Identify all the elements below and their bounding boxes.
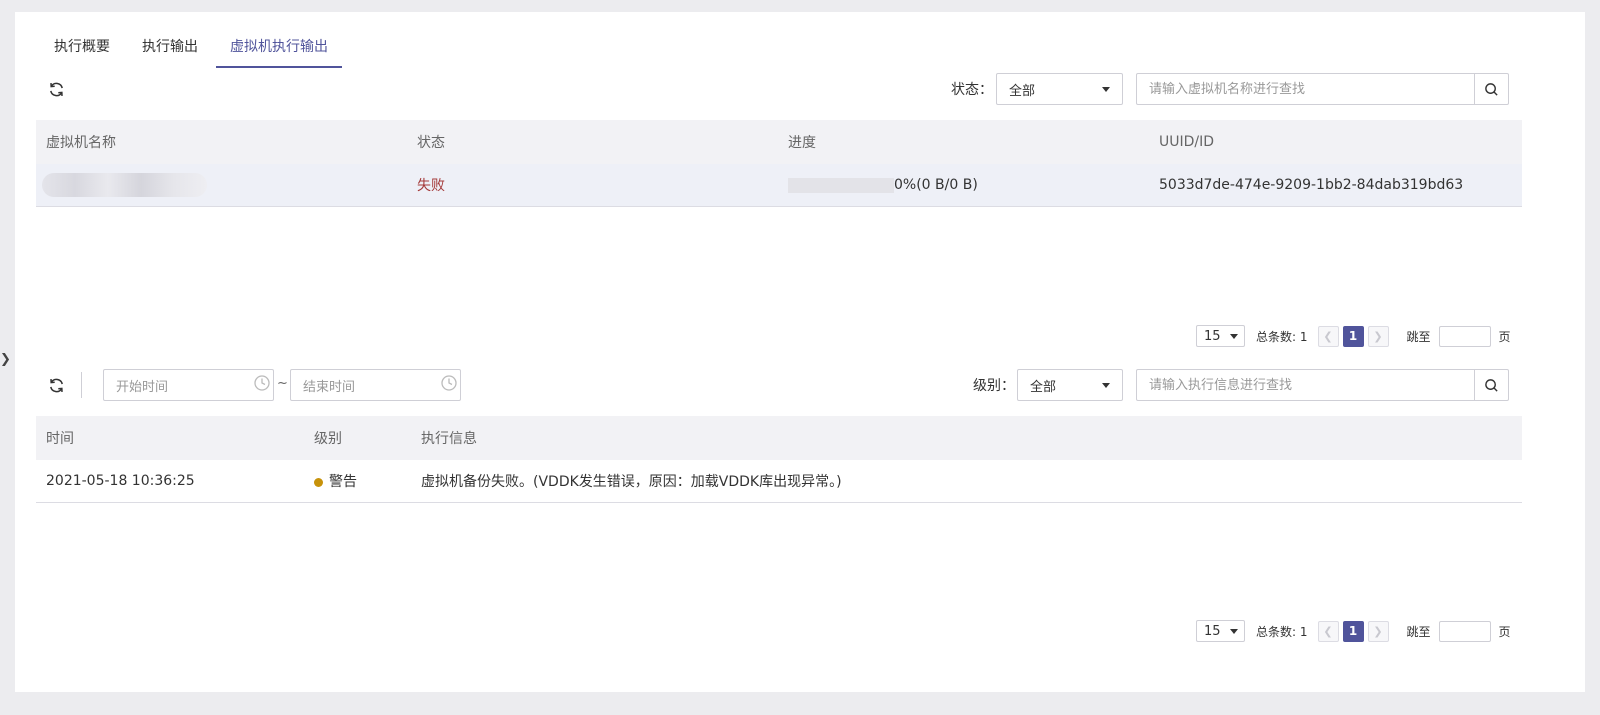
warning-dot-icon	[314, 477, 323, 487]
column-header-vm-name: 虚拟机名称	[46, 135, 116, 151]
toolbar-divider	[81, 372, 82, 398]
log-message-cell: 虚拟机备份失败。(VDDK发生错误，原因：加载VDDK库出现异常。)	[421, 474, 842, 490]
search-icon[interactable]	[1474, 74, 1508, 104]
status-filter-value: 全部	[1009, 83, 1036, 99]
chevron-right-icon[interactable]: ❯	[1367, 325, 1389, 347]
page-size-value: 15	[1204, 623, 1221, 639]
vm-search-input[interactable]	[1137, 74, 1474, 104]
level-filter-select[interactable]: 全部	[1017, 369, 1123, 401]
vm-name-cell	[36, 173, 407, 197]
page-size-value: 15	[1204, 328, 1221, 344]
column-header-progress: 进度	[788, 135, 816, 151]
vm-table: 虚拟机名称 状态 进度 UUID/ID 失败 0%(0 B/0 B) 5033d…	[36, 120, 1522, 207]
page-number-button[interactable]: 1	[1342, 620, 1364, 642]
column-header-level: 级别	[314, 431, 342, 447]
status-badge: 失败	[417, 178, 445, 194]
chevron-down-icon	[1230, 628, 1238, 634]
column-header-status: 状态	[417, 135, 445, 151]
log-table-header: 时间 级别 执行信息	[36, 416, 1522, 460]
table-row[interactable]: 失败 0%(0 B/0 B) 5033d7de-474e-9209-1bb2-8…	[36, 164, 1522, 207]
vm-search-box	[1136, 73, 1509, 105]
tab-bar: 执行概要 执行输出 虚拟机执行输出	[40, 26, 342, 68]
jump-page-input[interactable]	[1438, 325, 1491, 347]
page-suffix: 页	[1498, 624, 1511, 639]
start-time-input[interactable]: 开始时间	[103, 369, 274, 401]
chevron-right-icon[interactable]: ❯	[1367, 620, 1389, 642]
search-icon[interactable]	[1474, 370, 1508, 400]
log-pagination: 15 总条数: 1 ❮ 1 ❯ 跳至 页	[1196, 620, 1511, 642]
date-range-separator: ~	[277, 376, 288, 391]
uuid-cell: 5033d7de-474e-9209-1bb2-84dab319bd63	[1159, 177, 1464, 193]
main-panel: 执行概要 执行输出 虚拟机执行输出 状态： 全部 虚拟机名称 状态 进度 UUI…	[15, 12, 1585, 692]
column-header-time: 时间	[46, 431, 74, 447]
page-size-select[interactable]: 15	[1196, 620, 1245, 642]
vm-name-redacted	[42, 173, 207, 197]
refresh-icon[interactable]	[45, 78, 67, 100]
progress-text: 0%(0 B/0 B)	[894, 177, 978, 193]
status-filter-label: 状态：	[951, 82, 993, 98]
tab-vm-execution-output[interactable]: 虚拟机执行输出	[216, 26, 342, 68]
jump-page-input[interactable]	[1438, 620, 1491, 642]
page-suffix: 页	[1498, 329, 1511, 344]
page-size-select[interactable]: 15	[1196, 325, 1245, 347]
status-filter-select[interactable]: 全部	[996, 73, 1123, 105]
log-table: 时间 级别 执行信息 2021-05-18 10:36:25 警告 虚拟机备份失…	[36, 416, 1522, 503]
log-search-box	[1136, 369, 1509, 401]
total-count: 总条数: 1	[1256, 329, 1308, 344]
total-count: 总条数: 1	[1256, 624, 1308, 639]
clock-icon	[253, 374, 271, 396]
start-time-placeholder: 开始时间	[116, 379, 169, 395]
end-time-input[interactable]: 结束时间	[290, 369, 461, 401]
clock-icon	[440, 374, 458, 396]
end-time-placeholder: 结束时间	[303, 379, 356, 395]
chevron-down-icon	[1230, 333, 1238, 339]
table-row[interactable]: 2021-05-18 10:36:25 警告 虚拟机备份失败。(VDDK发生错误…	[36, 460, 1522, 503]
chevron-left-icon[interactable]: ❮	[1317, 620, 1339, 642]
column-header-uuid: UUID/ID	[1159, 134, 1215, 150]
level-filter-label: 级别：	[973, 378, 1015, 394]
chevron-left-icon[interactable]: ❮	[1317, 325, 1339, 347]
progress-bar	[788, 177, 894, 193]
progress-cell: 0%(0 B/0 B)	[778, 177, 1149, 193]
jump-label: 跳至	[1406, 624, 1431, 639]
tab-execution-output[interactable]: 执行输出	[128, 26, 212, 68]
log-level-cell: 警告	[304, 471, 411, 491]
vm-pagination: 15 总条数: 1 ❮ 1 ❯ 跳至 页	[1196, 325, 1511, 347]
refresh-icon[interactable]	[45, 374, 67, 396]
page-number-button[interactable]: 1	[1342, 325, 1364, 347]
log-time-cell: 2021-05-18 10:36:25	[46, 473, 195, 489]
level-filter-value: 全部	[1030, 379, 1057, 395]
chevron-down-icon	[1102, 86, 1110, 92]
chevron-down-icon	[1102, 382, 1110, 388]
column-header-message: 执行信息	[421, 431, 477, 447]
log-search-input[interactable]	[1137, 370, 1474, 400]
collapse-arrow-icon[interactable]: ❯	[0, 352, 11, 367]
level-text: 警告	[329, 474, 357, 490]
vm-table-header: 虚拟机名称 状态 进度 UUID/ID	[36, 120, 1522, 164]
tab-execution-summary[interactable]: 执行概要	[40, 26, 124, 68]
jump-label: 跳至	[1406, 329, 1431, 344]
